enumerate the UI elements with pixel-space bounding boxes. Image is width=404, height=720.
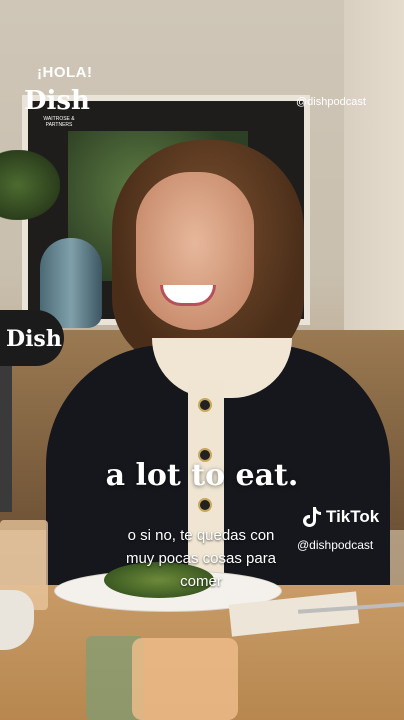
cardigan-button: [198, 498, 212, 512]
tiktok-name: TikTok: [326, 507, 380, 526]
dish-logo: Dish: [24, 86, 90, 116]
subtitle: o si no, te quedas con muy pocas cosas p…: [90, 524, 312, 593]
cardigan-button: [198, 398, 212, 412]
plant: [0, 150, 60, 220]
subtitle-line: o si no, te quedas con: [127, 527, 275, 544]
tiktok-watermark: TikTok: [302, 506, 379, 528]
mic-label: Dish: [6, 326, 62, 352]
subtitle-line: comer: [180, 573, 222, 590]
person-face: [136, 172, 254, 330]
drink-glass: [132, 638, 238, 720]
channel-handle: @dishpodcast: [296, 96, 366, 108]
tiktok-note-icon: [302, 506, 322, 528]
subtitle-line: muy pocas cosas para: [125, 550, 277, 567]
hola-logo: ¡HOLA!: [37, 64, 93, 81]
tiktok-handle: @dishpodcast: [297, 538, 374, 552]
dish-logo-subtitle: WAITROSE & PARTNERS: [43, 116, 75, 128]
video-frame[interactable]: Dish ¡HOLA! Dish WAITROSE & PARTNERS @di…: [0, 0, 404, 720]
caption-main: a lot to eat.: [105, 458, 299, 493]
microphone: Dish: [0, 310, 64, 366]
